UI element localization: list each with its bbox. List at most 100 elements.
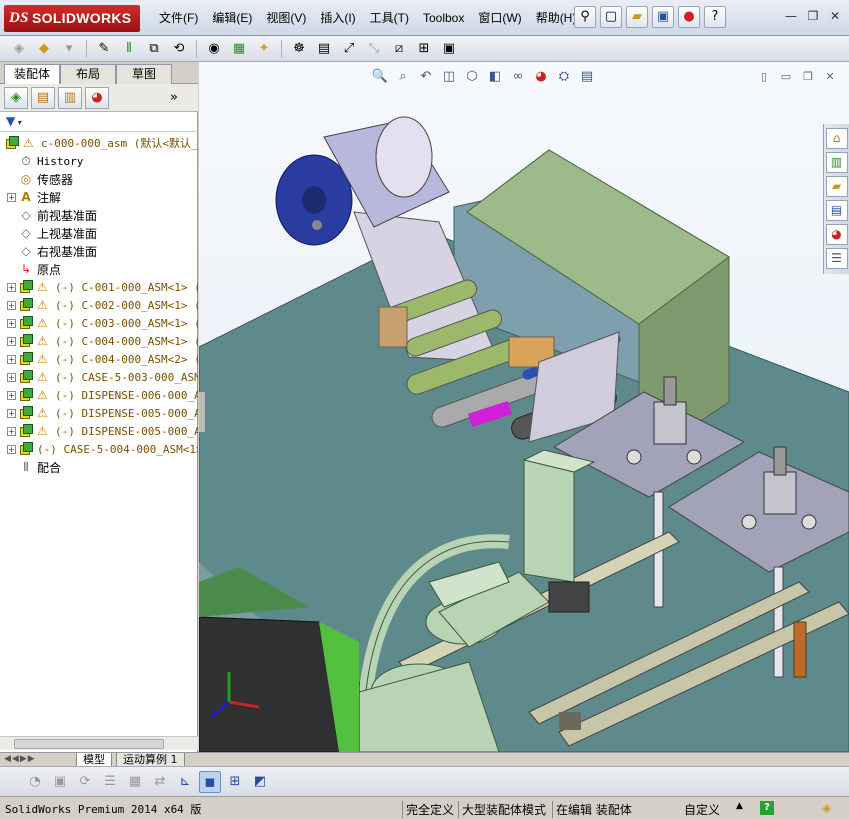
units-chevron-icon[interactable]: ▲ — [736, 801, 743, 811]
tree-item-subassembly[interactable]: + ⚠ (-) C-002-000_ASM<1> ( — [0, 296, 198, 314]
file-explorer-icon[interactable]: ▰ — [825, 176, 848, 197]
menu-tools[interactable]: 工具(T) — [363, 10, 416, 26]
expand-icon[interactable]: + — [7, 282, 16, 292]
appearance-icon[interactable]: ◕ — [532, 68, 550, 86]
configuration-manager-icon[interactable]: ▥ — [58, 86, 82, 109]
tab-motion-study[interactable]: 运动算例 1 — [116, 753, 185, 767]
render-icon[interactable]: ◩ — [249, 771, 271, 793]
component-pattern-icon[interactable]: ⧉ — [143, 39, 165, 59]
tree-item-right-plane[interactable]: ◇ 右视基准面 — [0, 242, 198, 260]
home-icon[interactable]: ⌂ — [825, 128, 848, 149]
minimize-icon[interactable]: — — [783, 8, 799, 24]
show-hidden-icon[interactable]: ◉ — [203, 39, 225, 59]
expand-icon[interactable]: + — [7, 390, 16, 400]
zoom-to-area-icon[interactable]: ⌕ — [394, 68, 412, 86]
reference-geometry-icon[interactable]: ✦ — [253, 39, 275, 59]
tile-vertical-icon[interactable]: ▭ — [779, 70, 793, 83]
hide-show-items-icon[interactable]: ∞ — [509, 68, 527, 86]
tree-item-front-plane[interactable]: ◇ 前视基准面 — [0, 206, 198, 224]
tab-nav-arrows-icon[interactable]: ◀◀▶▶ — [4, 754, 36, 764]
rotate-icon[interactable]: ⟳ — [74, 771, 96, 793]
tile-horizontal-icon[interactable]: ▯ — [757, 70, 771, 83]
clearance-icon[interactable]: ⧄ — [388, 39, 410, 59]
tab-layout[interactable]: 布局 — [60, 64, 116, 84]
hole-alignment-icon[interactable]: ⊞ — [413, 39, 435, 59]
menu-toolbox[interactable]: Toolbox — [416, 10, 471, 26]
pin-icon[interactable]: ⚲ — [574, 6, 596, 28]
view-settings-icon[interactable]: ▤ — [578, 68, 596, 86]
menu-file[interactable]: 文件(F) — [152, 10, 205, 26]
tab-assembly[interactable]: 装配体 — [4, 64, 60, 85]
tree-item-subassembly[interactable]: + ⚠ (-) C-004-000_ASM<2> ( — [0, 350, 198, 368]
mate-icon[interactable]: ⫴ — [118, 39, 140, 59]
list-icon[interactable]: ☰ — [99, 771, 121, 793]
menu-insert[interactable]: 插入(I) — [313, 10, 362, 26]
custom-properties-icon[interactable]: ☰ — [825, 248, 848, 269]
assembly-features-icon[interactable]: ▦ — [228, 39, 250, 59]
view-orientation-icon[interactable]: ⬡ — [463, 68, 481, 86]
graphics-area[interactable]: 🔍 ⌕ ↶ ◫ ⬡ ◧ ∞ ◕ ⛭ ▤ ▯ ▭ ❐ ✕ ⌂ ▥ ▰ ▤ ◕ ☰ — [199, 62, 849, 752]
design-library-icon[interactable]: ▥ — [825, 152, 848, 173]
tab-sketch[interactable]: 草图 — [116, 64, 172, 84]
axes-icon[interactable]: ⊾ — [174, 771, 196, 793]
new-part-icon[interactable]: ◆ — [33, 39, 55, 59]
exploded-view-icon[interactable]: ▤ — [313, 39, 335, 59]
restore-icon[interactable]: ❐ — [805, 8, 821, 24]
expand-icon[interactable]: + — [7, 192, 16, 202]
tree-item-sensors[interactable]: ◎ 传感器 — [0, 170, 198, 188]
dropdown-arrow-icon[interactable]: ▾ — [58, 39, 80, 59]
scene-icon[interactable]: ⛭ — [555, 68, 573, 86]
previous-view-icon[interactable]: ↶ — [417, 68, 435, 86]
box-icon[interactable]: ▣ — [49, 771, 71, 793]
shaded-icon[interactable]: ◔ — [24, 771, 46, 793]
expand-icon[interactable]: + — [7, 444, 16, 454]
propertymanager-icon[interactable]: ▤ — [31, 86, 55, 109]
expand-icon[interactable]: + — [7, 300, 16, 310]
shaded-with-edges-icon[interactable]: ◼ — [199, 770, 221, 793]
solidworks-logo[interactable]: DS SOLIDWORKS — [4, 5, 140, 32]
table-icon[interactable]: ⊞ — [224, 771, 246, 793]
expand-icon[interactable]: + — [7, 336, 16, 346]
tree-item-top-plane[interactable]: ◇ 上视基准面 — [0, 224, 198, 242]
scrollbar-thumb[interactable] — [14, 739, 164, 749]
rebuild-traffic-light-icon[interactable]: ● — [678, 6, 700, 28]
section-view-icon[interactable]: ◫ — [440, 68, 458, 86]
tree-item-subassembly[interactable]: + ⚠ (-) DISPENSE-005-000_AS — [0, 404, 198, 422]
tree-item-subassembly[interactable]: + ⚠ (-) CASE-5-003-000_ASM< — [0, 368, 198, 386]
tree-item-subassembly[interactable]: + (-) CASE-5-004-000_ASM<1> — [0, 440, 198, 458]
tab-model[interactable]: 模型 — [76, 753, 112, 767]
explode-line-sketch-icon[interactable]: ⤢ — [338, 39, 360, 59]
zoom-to-fit-icon[interactable]: 🔍 — [371, 68, 389, 86]
panel-horizontal-scrollbar[interactable] — [0, 736, 198, 750]
tag-icon[interactable]: ◈ — [822, 801, 831, 815]
expand-icon[interactable]: + — [7, 318, 16, 328]
panel-collapse-handle[interactable] — [199, 392, 205, 432]
appearances-icon[interactable]: ◕ — [825, 224, 848, 245]
close-icon[interactable]: ✕ — [827, 8, 843, 24]
menu-view[interactable]: 视图(V) — [259, 10, 313, 26]
tree-item-subassembly[interactable]: + ⚠ (-) DISPENSE-005-000_AS — [0, 422, 198, 440]
expand-icon[interactable]: + — [7, 354, 16, 364]
tree-item-annotations[interactable]: + A 注解 — [0, 188, 198, 206]
tree-item-subassembly[interactable]: + ⚠ (-) C-004-000_ASM<1> ( — [0, 332, 198, 350]
expand-icon[interactable]: + — [7, 408, 16, 418]
interference-detection-icon[interactable]: ⤡ — [363, 39, 385, 59]
help-icon[interactable]: ? — [760, 801, 774, 815]
open-folder-icon[interactable]: ▰ — [626, 6, 648, 28]
insert-component-icon[interactable]: ◈ — [8, 39, 30, 59]
move-component-icon[interactable]: ⟲ — [168, 39, 190, 59]
tree-item-subassembly[interactable]: + ⚠ (-) DISPENSE-006-000_AS — [0, 386, 198, 404]
tree-root-assembly[interactable]: ⚠ c-000-000_asm (默认<默认_ — [0, 134, 198, 152]
display-manager-icon[interactable]: ◕ — [85, 86, 109, 109]
display-style-icon[interactable]: ◧ — [486, 68, 504, 86]
new-document-icon[interactable]: ▢ — [600, 6, 622, 28]
status-units[interactable]: 自定义 — [684, 801, 720, 818]
help-question-icon[interactable]: ? — [704, 6, 726, 28]
restore-viewport-icon[interactable]: ❐ — [801, 70, 815, 83]
flip-icon[interactable]: ⇄ — [149, 771, 171, 793]
close-viewport-icon[interactable]: ✕ — [823, 70, 837, 83]
grid-icon[interactable]: ▦ — [124, 771, 146, 793]
expand-panel-icon[interactable]: » — [170, 90, 178, 105]
tree-item-mates[interactable]: ⦀ 配合 — [0, 458, 198, 476]
tree-item-history[interactable]: ⏱ History — [0, 152, 198, 170]
